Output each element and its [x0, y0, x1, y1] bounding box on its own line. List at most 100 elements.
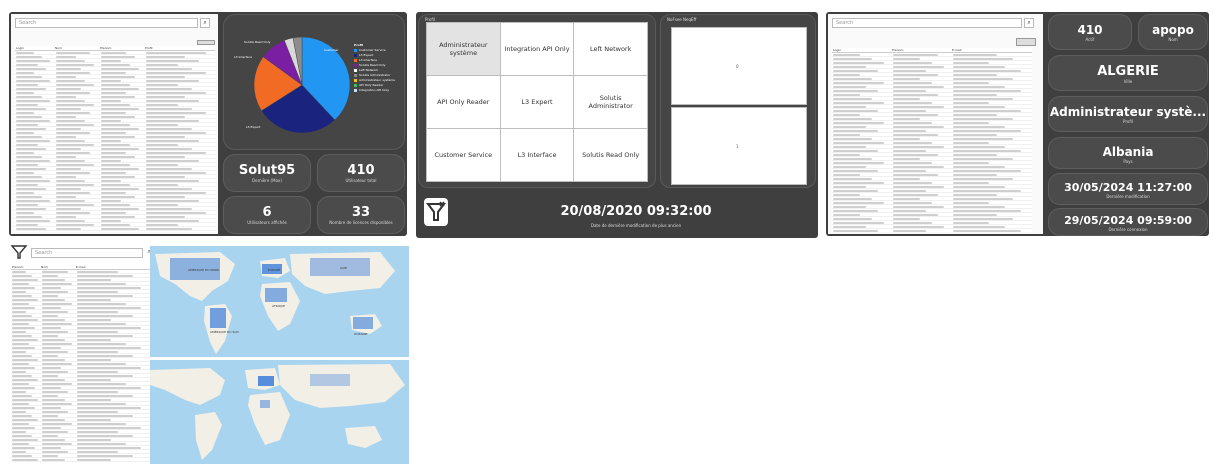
users-table[interactable]: Login Prénom E-mail: [832, 48, 1032, 232]
legend-swatch: [354, 89, 357, 92]
card-label: Utilisateur total: [345, 178, 377, 183]
card-value: 410: [347, 163, 375, 178]
legend-swatch: [354, 74, 357, 77]
value-text: 0: [736, 64, 739, 69]
card-label: Dernière (Max): [252, 178, 282, 183]
card-label: Ville: [1123, 79, 1133, 84]
column-header[interactable]: Login: [832, 48, 892, 52]
column-header[interactable]: Prénom: [100, 46, 145, 50]
pie-legend: Profil Customer Service L3 Expert L3 Inter…: [354, 43, 395, 93]
column-header[interactable]: Profil: [145, 46, 215, 50]
card-label: Dernière modification: [1106, 194, 1150, 199]
value-cell[interactable]: 1: [671, 107, 807, 185]
card-profile: Administrateur systè... Profil: [1048, 96, 1208, 132]
column-header[interactable]: Prénom: [11, 265, 41, 269]
legend-swatch: [354, 69, 357, 72]
world-map-top[interactable]: AMÉRIQUE DU NORD EUROPE ASIE AFRIQUE AMÉ…: [150, 246, 409, 357]
card-last-modification: 30/05/2024 11:27:00 Dernière modificatio…: [1048, 173, 1208, 205]
pie-callout: Solutis Read Only: [244, 40, 271, 44]
user-detail-panel: Search ⌕ Login Prénom E-mail 410 Actif a…: [826, 12, 1209, 236]
clear-filter-button[interactable]: [424, 198, 448, 226]
profile-option[interactable]: L3 Expert: [500, 76, 574, 128]
table-row[interactable]: [11, 458, 151, 462]
map-label: ASIE: [340, 266, 347, 270]
profile-option[interactable]: L3 Interface: [500, 129, 574, 181]
last-modified-label: Date de dernière modification de plus an…: [590, 223, 682, 228]
map-panel: Search ⌕ Prénom Nom E-mail AMÉRIQUE DU N…: [9, 243, 409, 464]
search-icon[interactable]: ⌕: [200, 18, 210, 28]
profile-option[interactable]: Integration API Only: [500, 23, 574, 75]
users-table[interactable]: Login Nom Prénom Profil: [15, 46, 215, 232]
profile-option[interactable]: Solutis Administrator: [574, 76, 647, 128]
card-last-user: Solut95 Dernière (Max): [223, 154, 311, 192]
card-label: Dernière connexion: [1108, 227, 1148, 232]
profile-option[interactable]: Solutis Read Only: [574, 129, 647, 181]
column-header[interactable]: Nom: [41, 265, 76, 269]
search-icon[interactable]: ⌕: [1024, 18, 1034, 28]
legend-swatch: [354, 49, 357, 52]
map-label: OCÉANIE: [354, 332, 368, 336]
card-value: 6: [262, 205, 272, 220]
map-land: [155, 252, 395, 354]
profile-option[interactable]: API Only Reader: [427, 76, 500, 128]
legend-swatch: [354, 64, 357, 67]
users-overview-panel: Search ⌕ Login Nom Prénom Profil Profil …: [9, 12, 407, 236]
card-label: Nombre de licences disponibles: [329, 220, 393, 225]
table-scroll-controls[interactable]: [1016, 38, 1036, 46]
profile-option[interactable]: Administrateur système: [427, 23, 500, 75]
card-label: Nom: [1168, 37, 1178, 42]
map-label: EUROPE: [268, 268, 281, 272]
world-map-bottom[interactable]: [150, 360, 409, 464]
legend-swatch: [354, 79, 357, 82]
legend-label: Integration API Only: [359, 88, 390, 92]
map-label: AMÉRIQUE DU NORD: [188, 268, 220, 272]
pie-callout: Customer: [324, 48, 339, 52]
card-country: Albania Pays: [1048, 137, 1208, 169]
card-value: 30/05/2024 11:27:00: [1064, 181, 1192, 194]
column-header[interactable]: Nom: [55, 46, 100, 50]
pie-chart-container: Profil Customer Service L3 Expert L3 Inter…: [223, 14, 405, 150]
profil-slicer-grid[interactable]: Administrateur système Integration API On…: [426, 22, 648, 182]
column-header[interactable]: E-mail: [76, 265, 151, 269]
table-row[interactable]: [15, 227, 215, 231]
card-value: 33: [351, 205, 371, 220]
search-input[interactable]: Search: [31, 248, 143, 258]
users-table[interactable]: Prénom Nom E-mail: [11, 265, 151, 464]
card-label: Profil: [1123, 119, 1133, 124]
legend-item[interactable]: Integration API Only: [354, 88, 395, 93]
map-label: AMÉRIQUE DU SUD: [210, 330, 239, 334]
table-title: NoFsee NeqEff: [667, 17, 697, 22]
column-header[interactable]: E-mail: [952, 48, 1032, 52]
profile-option[interactable]: Customer Service: [427, 129, 500, 181]
value-cell[interactable]: 0: [671, 27, 807, 105]
card-value: Solut95: [238, 163, 296, 178]
card-active: 410 Actif: [1048, 14, 1132, 50]
table-row[interactable]: [832, 229, 1032, 232]
profile-filter-panel: Profil Administrateur système Integration…: [416, 12, 818, 238]
card-available-licenses: 33 Nombre de licences disponibles: [317, 196, 405, 234]
clear-filter-icon[interactable]: [10, 244, 28, 260]
value-table-frame: NoFsee NeqEff 0 1: [660, 14, 816, 188]
profile-option[interactable]: Left Network: [574, 23, 647, 75]
card-value: Administrateur systè...: [1049, 105, 1207, 119]
filter-icon: [426, 201, 446, 221]
search-input[interactable]: Search: [832, 18, 1022, 28]
value-text: 1: [736, 144, 739, 149]
column-header[interactable]: Prénom: [892, 48, 952, 52]
card-displayed-users: 6 Utilisateurs affichés: [223, 196, 311, 234]
card-value: Albania: [1102, 145, 1154, 159]
legend-swatch: [354, 54, 357, 57]
card-label: Actif: [1085, 37, 1095, 42]
legend-swatch: [354, 59, 357, 62]
table-scroll-controls[interactable]: [197, 40, 215, 45]
card-value: ALGERIE: [1097, 64, 1159, 79]
card-label: Utilisateurs affichés: [247, 220, 287, 225]
card-value: 410: [1077, 23, 1103, 37]
legend-swatch: [354, 84, 357, 87]
card-last-connection: 29/05/2024 09:59:00 Dernière connexion: [1048, 208, 1208, 236]
search-input[interactable]: Search: [15, 18, 198, 28]
column-header[interactable]: Login: [15, 46, 55, 50]
card-label: Pays: [1123, 159, 1133, 164]
map-land: [150, 364, 405, 460]
card-city: ALGERIE Ville: [1048, 55, 1208, 91]
